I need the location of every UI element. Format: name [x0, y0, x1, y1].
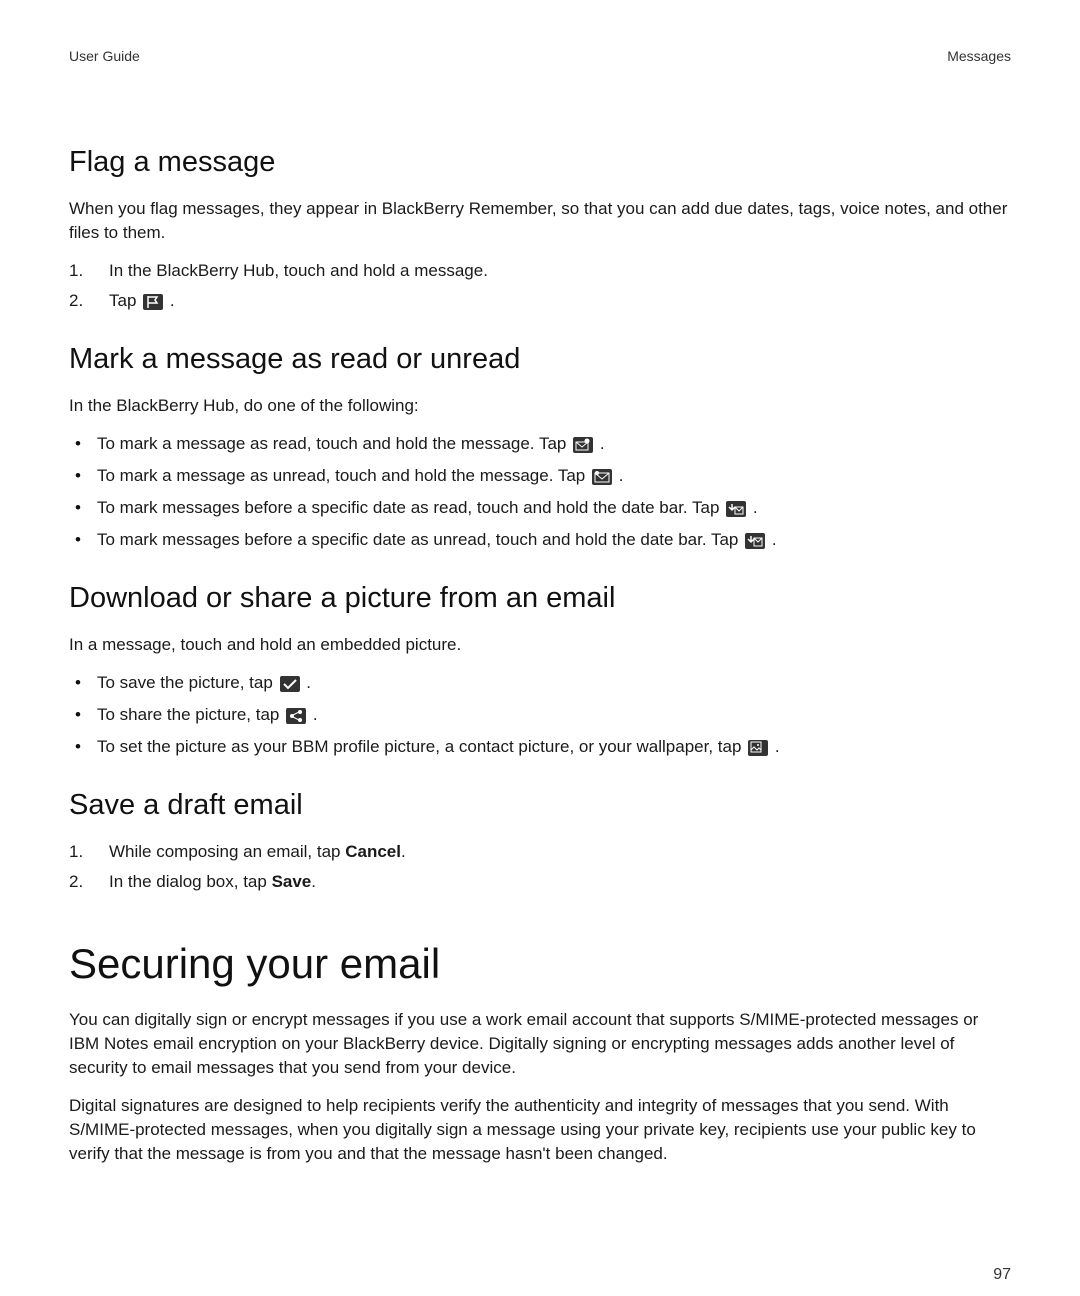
heading-save-draft: Save a draft email	[69, 789, 1011, 822]
draft-s2a: In the dialog box, tap	[109, 872, 272, 891]
download-bullets: To save the picture, tap . To share the …	[69, 671, 1011, 759]
flag-step-1: 1. In the BlackBerry Hub, touch and hold…	[69, 259, 1011, 283]
save-label: Save	[272, 872, 312, 891]
checkmark-icon	[280, 676, 300, 692]
draft-steps: 1. While composing an email, tap Cancel.…	[69, 840, 1011, 894]
draft-s1c: .	[401, 842, 406, 861]
mark-prior-read-icon	[726, 501, 746, 517]
heading-mark-read: Mark a message as read or unread	[69, 343, 1011, 376]
mark-bullet-unread: To mark a message as unread, touch and h…	[69, 464, 1011, 488]
flag-step-1-text: In the BlackBerry Hub, touch and hold a …	[109, 261, 488, 280]
dl-b2-tail: .	[313, 705, 318, 724]
download-bullet-save: To save the picture, tap .	[69, 671, 1011, 695]
flag-icon	[143, 294, 163, 310]
cancel-label: Cancel	[345, 842, 401, 861]
dl-b3-tail: .	[775, 737, 780, 756]
download-intro: In a message, touch and hold an embedded…	[69, 633, 1011, 657]
mark-b4-text: To mark messages before a specific date …	[97, 530, 743, 549]
mark-b1-tail: .	[600, 434, 605, 453]
dl-b1-tail: .	[306, 673, 311, 692]
flag-steps: 1. In the BlackBerry Hub, touch and hold…	[69, 259, 1011, 313]
mark-b3-text: To mark messages before a specific date …	[97, 498, 724, 517]
mark-unread-icon	[592, 469, 612, 485]
flag-intro: When you flag messages, they appear in B…	[69, 197, 1011, 245]
flag-step-2-text-b: .	[170, 291, 175, 310]
mark-read-icon	[573, 437, 593, 453]
mark-b2-text: To mark a message as unread, touch and h…	[97, 466, 590, 485]
dl-b1-text: To save the picture, tap	[97, 673, 278, 692]
flag-step-2-text-a: Tap	[109, 291, 141, 310]
flag-step-2: 2. Tap .	[69, 289, 1011, 313]
mark-bullet-date-unread: To mark messages before a specific date …	[69, 528, 1011, 552]
mark-prior-unread-icon	[745, 533, 765, 549]
set-picture-icon	[748, 740, 768, 756]
mark-b3-tail: .	[753, 498, 758, 517]
header-left: User Guide	[69, 48, 140, 64]
mark-intro: In the BlackBerry Hub, do one of the fol…	[69, 394, 1011, 418]
heading-securing-email: Securing your email	[69, 940, 1011, 988]
download-bullet-share: To share the picture, tap .	[69, 703, 1011, 727]
download-bullet-set-picture: To set the picture as your BBM profile p…	[69, 735, 1011, 759]
secure-p1: You can digitally sign or encrypt messag…	[69, 1008, 1011, 1080]
heading-flag-message: Flag a message	[69, 146, 1011, 179]
heading-download-share: Download or share a picture from an emai…	[69, 582, 1011, 615]
draft-step-1: 1. While composing an email, tap Cancel.	[69, 840, 1011, 864]
page-number: 97	[993, 1266, 1011, 1284]
draft-step-2: 2. In the dialog box, tap Save.	[69, 870, 1011, 894]
dl-b2-text: To share the picture, tap	[97, 705, 284, 724]
mark-b1-text: To mark a message as read, touch and hol…	[97, 434, 571, 453]
mark-b4-tail: .	[772, 530, 777, 549]
mark-b2-tail: .	[619, 466, 624, 485]
secure-p2: Digital signatures are designed to help …	[69, 1094, 1011, 1166]
draft-s2c: .	[311, 872, 316, 891]
dl-b3-text: To set the picture as your BBM profile p…	[97, 737, 746, 756]
mark-bullet-date-read: To mark messages before a specific date …	[69, 496, 1011, 520]
draft-s1a: While composing an email, tap	[109, 842, 345, 861]
share-icon	[286, 708, 306, 724]
header-right: Messages	[947, 48, 1011, 64]
mark-bullet-read: To mark a message as read, touch and hol…	[69, 432, 1011, 456]
mark-bullets: To mark a message as read, touch and hol…	[69, 432, 1011, 552]
